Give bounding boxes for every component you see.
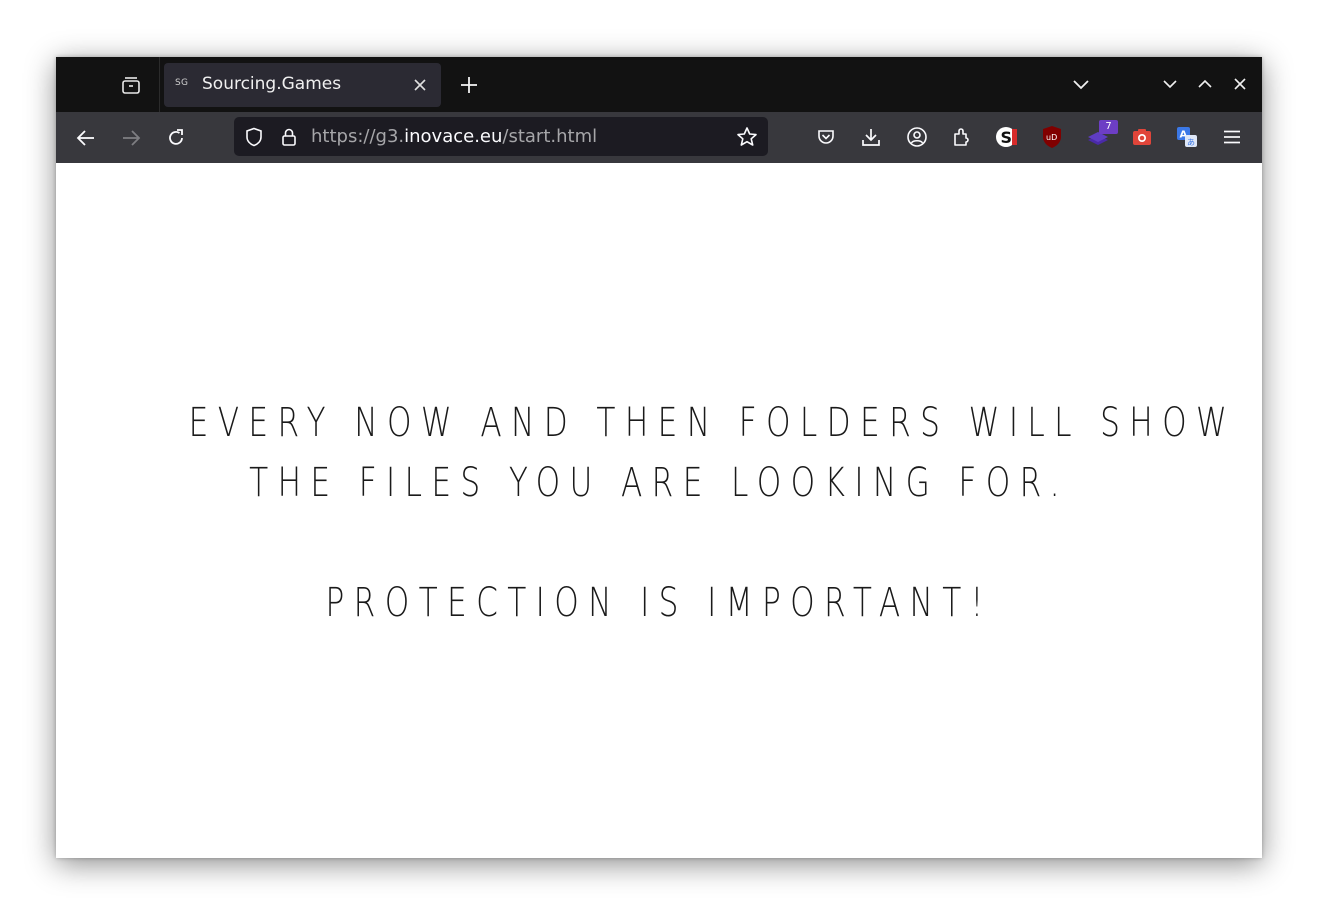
message-block: EVERY NOW AND THEN FOLDERS WILL SHOW THE…: [56, 393, 1262, 633]
arrow-right-icon: [121, 129, 141, 147]
download-icon: [861, 127, 881, 147]
maximize-icon: [1197, 79, 1213, 89]
message-line-2: THE FILES YOU ARE LOOKING FOR.: [249, 460, 1069, 506]
puzzle-icon: [951, 126, 973, 148]
back-button[interactable]: [71, 123, 101, 153]
tab-overview-icon: [121, 76, 141, 94]
extensions-button[interactable]: [947, 122, 977, 152]
tab-overview-button[interactable]: [116, 72, 146, 98]
url-path: /start.html: [502, 126, 598, 147]
ublock-button[interactable]: uD: [1037, 122, 1067, 152]
close-window-button[interactable]: [1228, 72, 1252, 96]
minimize-icon: [1162, 79, 1178, 89]
tab-sourcing-games[interactable]: SG Sourcing.Games: [164, 63, 441, 107]
message-line-3: PROTECTION IS IMPORTANT!: [325, 580, 993, 626]
forward-button[interactable]: [116, 123, 146, 153]
svg-text:あ: あ: [1187, 138, 1195, 147]
downloads-button[interactable]: [856, 122, 886, 152]
reload-icon: [166, 128, 186, 148]
star-icon: [736, 126, 758, 148]
minimize-button[interactable]: [1158, 72, 1182, 96]
url-host: inovace.eu: [404, 126, 503, 147]
svg-text:uD: uD: [1046, 133, 1057, 142]
navigation-toolbar: https://g3.inovace.eu/start.html S uD 7 …: [56, 112, 1262, 163]
url-bar[interactable]: https://g3.inovace.eu/start.html: [234, 117, 768, 156]
message-spacer: [56, 513, 1262, 573]
lock-icon[interactable]: [278, 126, 300, 148]
url-text[interactable]: https://g3.inovace.eu/start.html: [311, 126, 597, 148]
arrow-left-icon: [76, 129, 96, 147]
camera-icon: [1131, 127, 1153, 147]
maximize-button[interactable]: [1193, 72, 1217, 96]
screenshot-extension-button[interactable]: [1127, 122, 1157, 152]
tab-separator: [159, 57, 160, 112]
message-line-1: EVERY NOW AND THEN FOLDERS WILL SHOW: [188, 400, 1237, 446]
tab-title: Sourcing.Games: [202, 74, 342, 94]
new-tab-button[interactable]: [456, 72, 482, 98]
close-icon: [1233, 77, 1247, 91]
close-tab-button[interactable]: [410, 75, 430, 95]
svg-text:S: S: [1001, 128, 1013, 147]
reload-button[interactable]: [161, 123, 191, 153]
pocket-button[interactable]: [811, 122, 841, 152]
translate-icon: A あ: [1176, 126, 1198, 148]
bookmark-star-button[interactable]: [735, 125, 759, 149]
list-all-tabs-button[interactable]: [1069, 72, 1093, 96]
shield-icon[interactable]: [243, 126, 265, 148]
app-menu-button[interactable]: [1217, 122, 1247, 152]
account-button[interactable]: [902, 122, 932, 152]
s-logo-icon: S: [995, 125, 1019, 149]
ublock-shield-icon: uD: [1041, 125, 1063, 149]
tab-strip: SG Sourcing.Games: [56, 57, 1262, 112]
url-scheme: https://g3.: [311, 126, 405, 147]
sourcing-extension-button[interactable]: S: [992, 122, 1022, 152]
account-icon: [906, 126, 928, 148]
tab-favicon: SG: [175, 78, 189, 88]
browser-window: SG Sourcing.Games https://g3.inovace.eu/…: [56, 57, 1262, 858]
close-icon: [413, 78, 427, 92]
hamburger-menu-icon: [1222, 128, 1242, 146]
stack-extension-button[interactable]: 7: [1083, 120, 1118, 152]
translate-extension-button[interactable]: A あ: [1172, 122, 1202, 152]
plus-icon: [459, 75, 479, 95]
extension-badge: 7: [1099, 120, 1118, 134]
page-content: EVERY NOW AND THEN FOLDERS WILL SHOW THE…: [56, 163, 1262, 858]
pocket-icon: [816, 127, 836, 147]
chevron-down-icon: [1072, 78, 1090, 90]
